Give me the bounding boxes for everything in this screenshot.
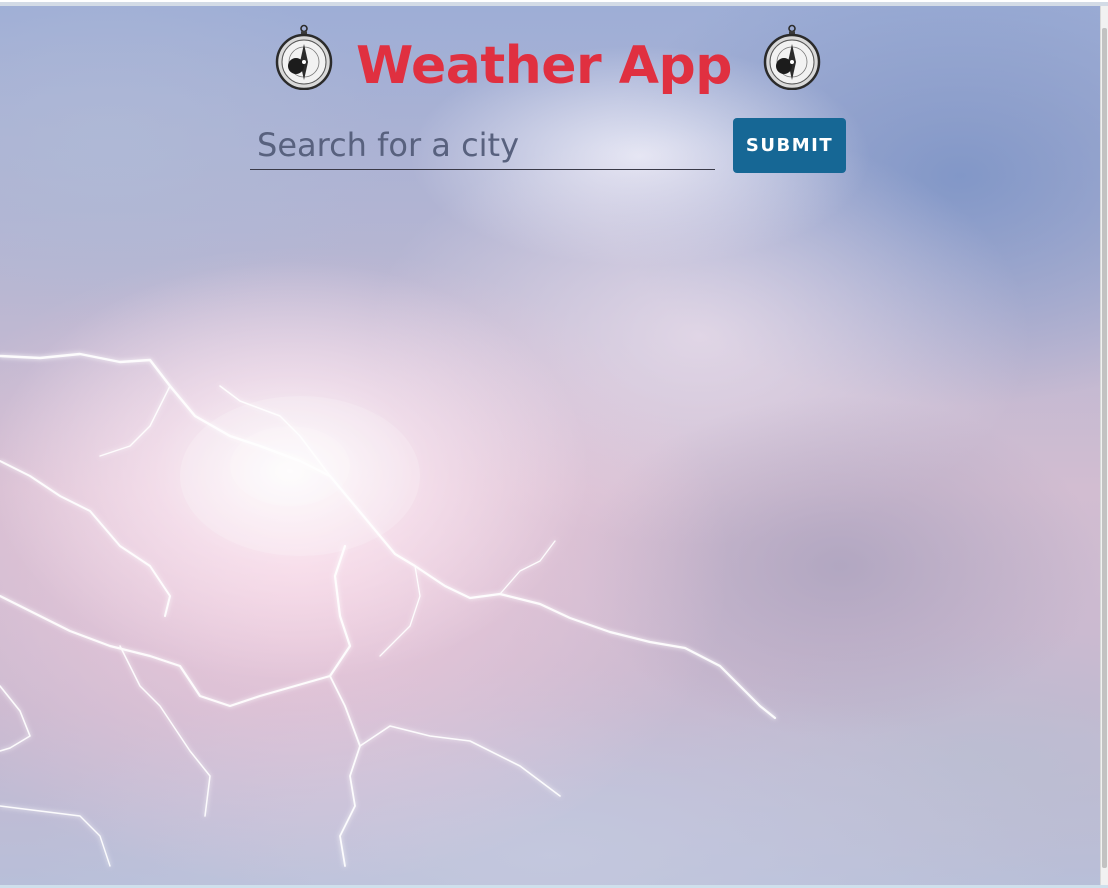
submit-button[interactable]: SUBMIT [733, 118, 846, 173]
weather-app: Weather App SUBMIT [0, 0, 1108, 888]
window-top-border [0, 0, 1108, 6]
vertical-scrollbar[interactable] [1100, 6, 1108, 886]
scrollbar-thumb[interactable] [1102, 28, 1107, 868]
city-search-input[interactable] [250, 118, 715, 170]
city-search-form: SUBMIT [0, 0, 1101, 200]
